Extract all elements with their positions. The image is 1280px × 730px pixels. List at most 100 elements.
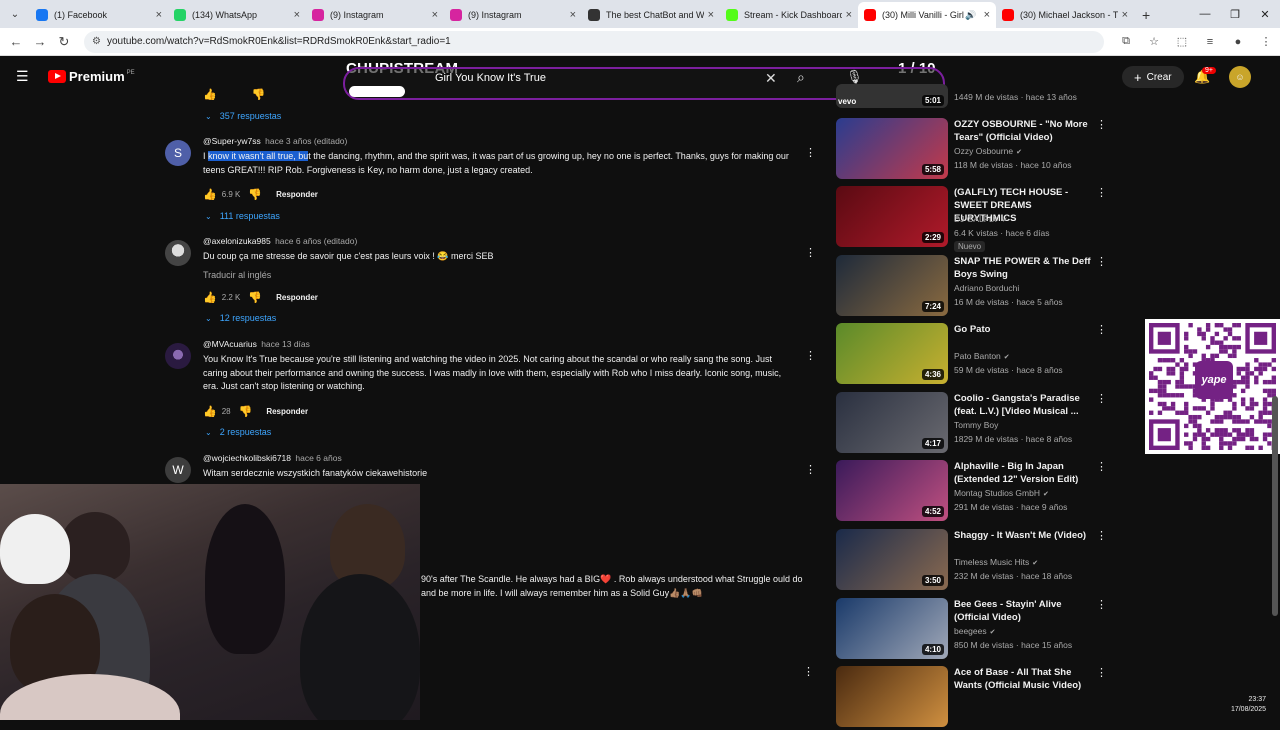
dislike-icon[interactable]: 👎: [248, 291, 262, 304]
channel-name[interactable]: Montag Studios GmbH ✔: [954, 488, 1049, 498]
recommendation-item[interactable]: 4:17 Coolio - Gangsta's Paradise (feat. L…: [836, 392, 1116, 456]
like-icon[interactable]: 👍: [203, 88, 217, 101]
comment-menu-icon[interactable]: ⋮: [805, 463, 816, 476]
video-title[interactable]: Ace of Base - All That She Wants (Offici…: [954, 666, 1094, 692]
browser-tab[interactable]: The best ChatBot and Wi ×: [582, 2, 720, 28]
install-app-icon[interactable]: ⧉: [1112, 35, 1140, 48]
page-scrollbar[interactable]: [1272, 96, 1278, 693]
comment-menu-icon[interactable]: ⋮: [805, 146, 816, 159]
replies-toggle[interactable]: ⌄ 111 respuestas: [205, 211, 280, 221]
comment-time[interactable]: hace 6 años: [295, 453, 341, 463]
video-thumbnail[interactable]: 4:10: [836, 598, 948, 659]
tab-close-icon[interactable]: ×: [984, 9, 990, 21]
video-menu-icon[interactable]: ⋮: [1096, 118, 1107, 131]
create-button[interactable]: + Crear: [1122, 66, 1184, 88]
browser-tab[interactable]: (134) WhatsApp ×: [168, 2, 306, 28]
tab-audio-icon[interactable]: 🔊: [965, 10, 976, 21]
dislike-icon[interactable]: 👎: [239, 405, 253, 418]
replies-toggle[interactable]: ⌄ 12 respuestas: [205, 313, 276, 323]
extensions-icon[interactable]: ⬚: [1168, 35, 1196, 48]
browser-tab[interactable]: Stream - Kick Dashboard ×: [720, 2, 858, 28]
comment-author[interactable]: @axelonizuka985: [203, 236, 271, 246]
restore-icon[interactable]: ❐: [1220, 8, 1250, 21]
scrollbar-thumb[interactable]: [1272, 396, 1278, 616]
comment-author[interactable]: @Super-yw7ss: [203, 136, 261, 146]
video-menu-icon[interactable]: ⋮: [1096, 666, 1107, 679]
tab-close-icon[interactable]: ×: [708, 9, 714, 21]
media-control-icon[interactable]: ≡: [1196, 36, 1224, 48]
translate-link[interactable]: Traducir al inglés: [203, 270, 271, 280]
forward-button[interactable]: →: [28, 34, 52, 49]
channel-name[interactable]: Adriano Borduchi: [954, 283, 1019, 293]
tab-close-icon[interactable]: ×: [570, 9, 576, 21]
comment-author[interactable]: @MVAcuarius: [203, 339, 257, 349]
site-info-icon[interactable]: ⚙: [92, 36, 101, 47]
back-button[interactable]: ←: [4, 34, 28, 49]
reply-button[interactable]: Responder: [266, 407, 308, 416]
channel-name[interactable]: Pato Banton ✔: [954, 351, 1010, 361]
comment-time[interactable]: hace 13 días: [261, 339, 310, 349]
video-thumbnail[interactable]: 5:58: [836, 118, 948, 179]
channel-name[interactable]: Ozzy Osbourne ✔: [954, 146, 1022, 156]
recommendation-item[interactable]: 5:58 OZZY OSBOURNE - "No More Tears" (Off…: [836, 118, 1116, 182]
reply-button[interactable]: Responder: [276, 190, 318, 199]
tab-search-menu-icon[interactable]: ⌄: [4, 3, 26, 25]
video-title[interactable]: Shaggy - It Wasn't Me (Video): [954, 529, 1094, 542]
video-thumbnail[interactable]: vevo 5:01: [836, 84, 948, 108]
browser-tab[interactable]: (30) Milli Vanilli - Girl 🔊 ×: [858, 2, 996, 28]
replies-toggle[interactable]: ⌄ 2 respuestas: [205, 427, 271, 437]
video-title[interactable]: OZZY OSBOURNE - "No More Tears" (Officia…: [954, 118, 1094, 144]
new-tab-button[interactable]: +: [1142, 7, 1150, 23]
reply-button[interactable]: Responder: [276, 293, 318, 302]
recommendation-item[interactable]: 4:52 Alphaville - Big In Japan (Extended …: [836, 460, 1116, 524]
video-thumbnail[interactable]: 7:24: [836, 255, 948, 316]
video-menu-icon[interactable]: ⋮: [1096, 323, 1107, 336]
minimize-icon[interactable]: —: [1190, 8, 1220, 20]
like-icon[interactable]: 👍: [203, 188, 217, 201]
comment-menu-icon[interactable]: ⋮: [805, 246, 816, 259]
video-thumbnail[interactable]: 4:17: [836, 392, 948, 453]
recommendation-item[interactable]: 2:29 (GALFLY) TECH HOUSE - SWEET DREAMS E…: [836, 186, 1116, 252]
video-title[interactable]: Coolio - Gangsta's Paradise (feat. L.V.)…: [954, 392, 1094, 418]
microphone-icon[interactable]: 🎙: [846, 69, 863, 85]
avatar[interactable]: S: [165, 140, 191, 166]
tab-close-icon[interactable]: ×: [156, 9, 162, 21]
recommendation-item[interactable]: 3:50 Shaggy - It Wasn't Me (Video) Timeles…: [836, 529, 1116, 593]
replies-toggle[interactable]: ⌄ 357 respuestas: [205, 111, 281, 121]
tab-close-icon[interactable]: ×: [846, 9, 852, 21]
reload-button[interactable]: ↻: [52, 34, 76, 50]
video-title[interactable]: Alphaville - Big In Japan (Extended 12" …: [954, 460, 1094, 486]
menu-hamburger-icon[interactable]: ☰: [16, 68, 29, 85]
video-thumbnail[interactable]: 3:50: [836, 529, 948, 590]
browser-tab[interactable]: (9) Instagram ×: [306, 2, 444, 28]
video-menu-icon[interactable]: ⋮: [1096, 460, 1107, 473]
recommendation-item[interactable]: 7:24 SNAP THE POWER & The Deff Boys Swing…: [836, 255, 1116, 319]
browser-tab[interactable]: (30) Michael Jackson - Th ×: [996, 2, 1134, 28]
channel-name[interactable]: beegees ✔: [954, 626, 996, 636]
video-thumbnail[interactable]: 2:29: [836, 186, 948, 247]
video-menu-icon[interactable]: ⋮: [1096, 598, 1107, 611]
like-icon[interactable]: 👍: [203, 405, 217, 418]
url-field[interactable]: ⚙ youtube.com/watch?v=RdSmokR0Enk&list=R…: [84, 30, 1104, 53]
video-title[interactable]: SNAP THE POWER & The Deff Boys Swing: [954, 255, 1094, 281]
avatar[interactable]: [165, 240, 191, 266]
browser-tab[interactable]: (1) Facebook ×: [30, 2, 168, 28]
channel-name[interactable]: DJ GALFLY ✔: [954, 214, 1008, 224]
recommendation-item[interactable]: 4:10 Bee Gees - Stayin' Alive (Official V…: [836, 598, 1116, 662]
video-thumbnail[interactable]: [836, 666, 948, 727]
channel-name[interactable]: Tommy Boy: [954, 420, 998, 430]
comment-menu-icon[interactable]: ⋮: [803, 665, 814, 678]
youtube-premium-logo[interactable]: Premium PE: [48, 69, 135, 84]
video-title[interactable]: Bee Gees - Stayin' Alive (Official Video…: [954, 598, 1094, 624]
close-window-icon[interactable]: ✕: [1250, 8, 1280, 21]
comment-time[interactable]: hace 3 años (editado): [265, 136, 347, 146]
comment-author[interactable]: @wojciechkolibski6718: [203, 453, 291, 463]
recommendation-item[interactable]: 4:36 Go Pato Pato Banton ✔ 59 M de vistas · …: [836, 323, 1116, 387]
bookmark-star-icon[interactable]: ☆: [1140, 35, 1168, 48]
dislike-icon[interactable]: 👎: [248, 188, 262, 201]
comment-menu-icon[interactable]: ⋮: [805, 349, 816, 362]
browser-tab[interactable]: (9) Instagram ×: [444, 2, 582, 28]
video-menu-icon[interactable]: ⋮: [1096, 255, 1107, 268]
avatar[interactable]: [165, 343, 191, 369]
video-menu-icon[interactable]: ⋮: [1096, 186, 1107, 199]
